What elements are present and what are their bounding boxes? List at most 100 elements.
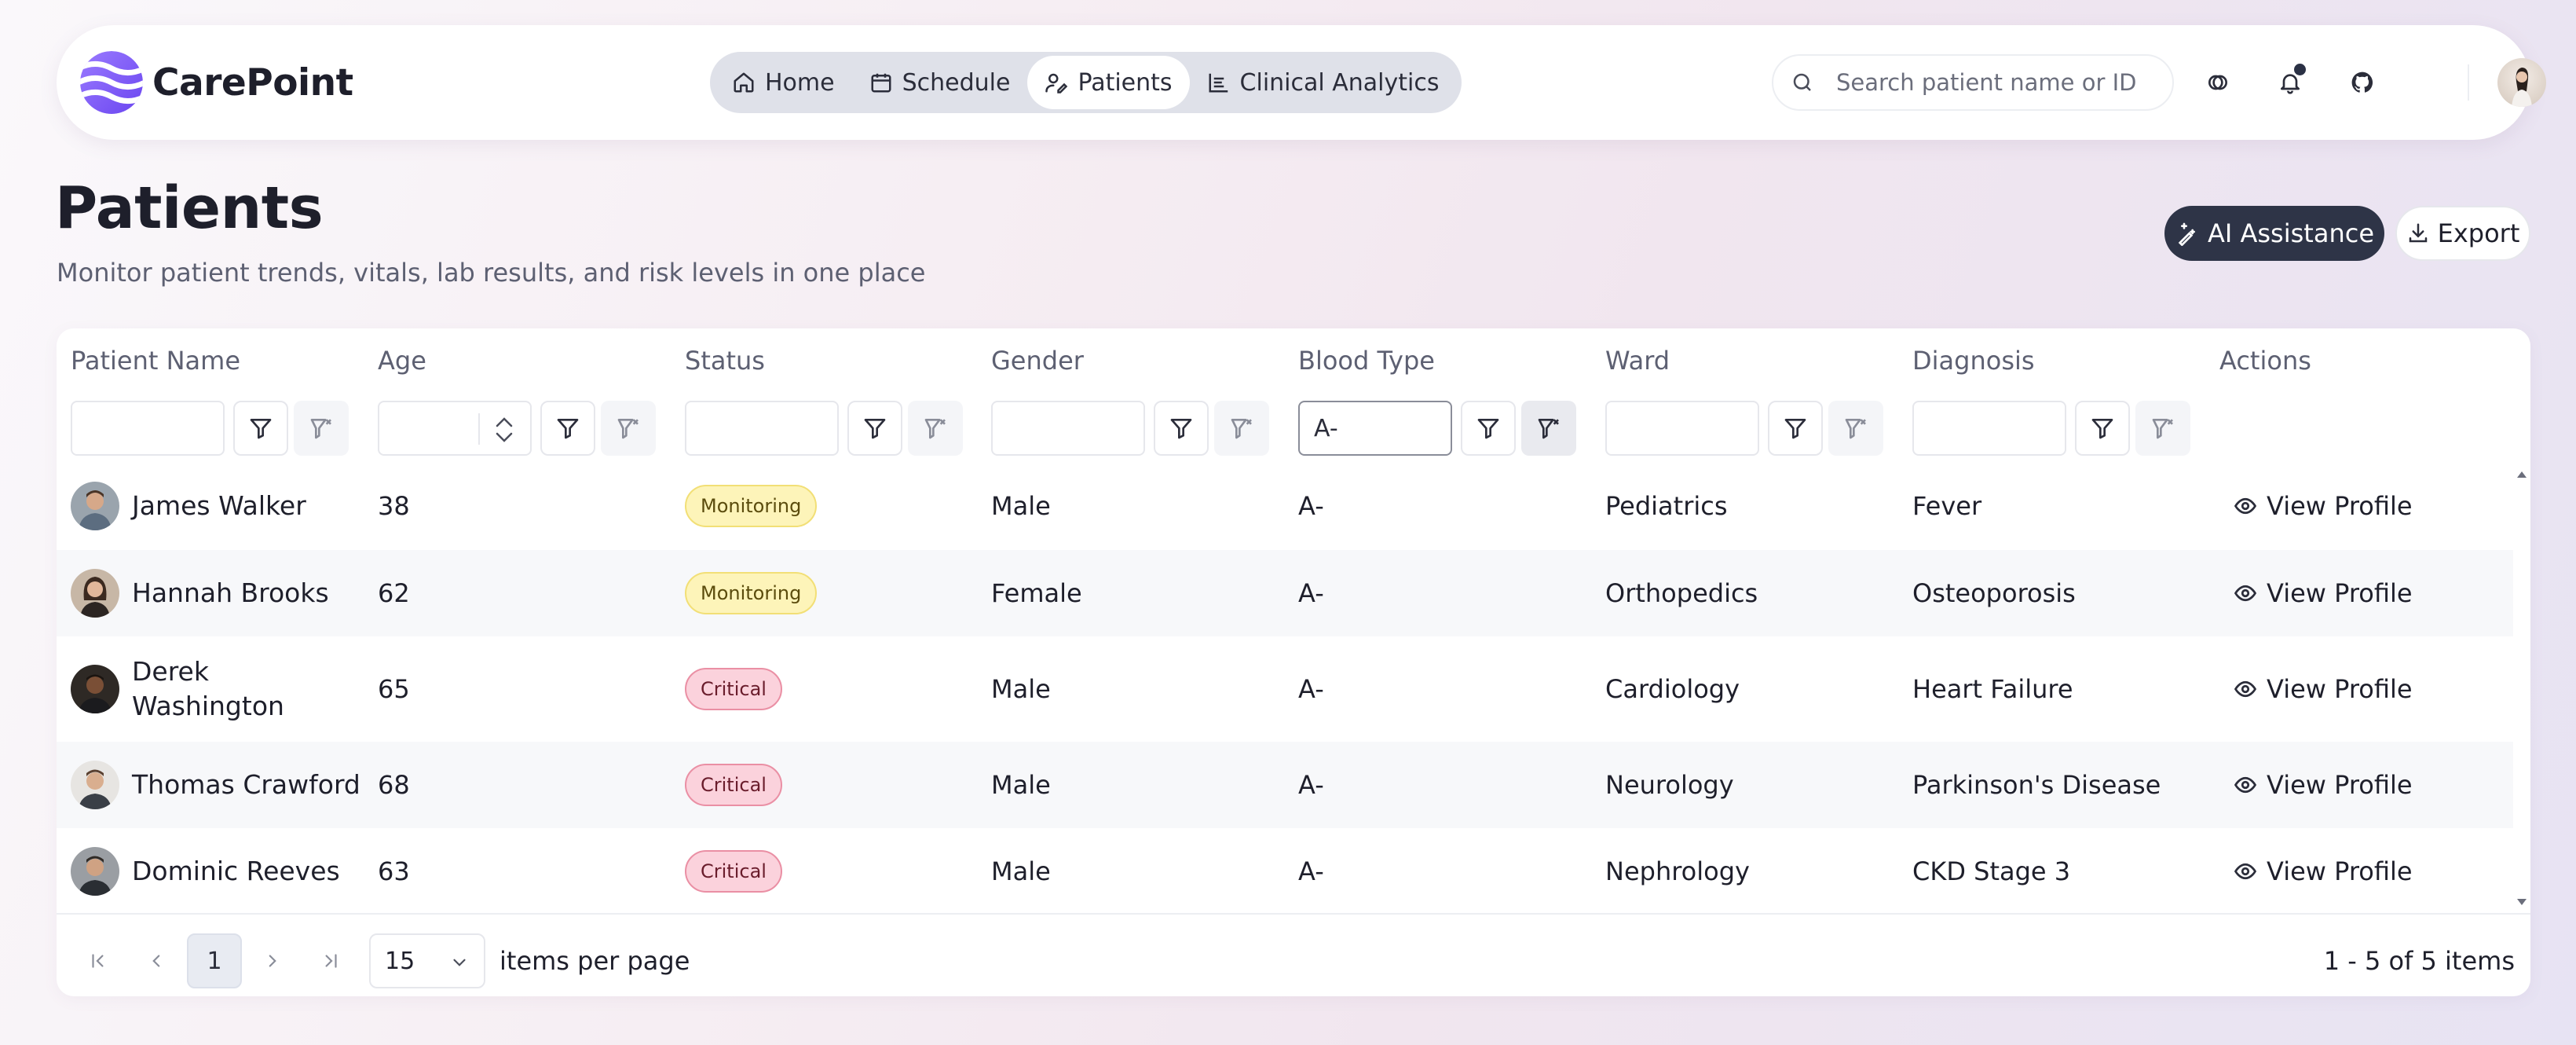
cell-actions: View Profile xyxy=(2234,742,2413,828)
page-size-dropdown[interactable]: 15 xyxy=(369,933,485,988)
filter-icon xyxy=(1784,419,1806,439)
search-box xyxy=(1772,54,2174,111)
stepper-separator xyxy=(478,413,480,445)
filter-button-diagnosis[interactable] xyxy=(2075,401,2130,456)
first-page-button[interactable] xyxy=(71,933,126,988)
export-button[interactable]: Export xyxy=(2395,206,2530,261)
patient-name: Dominic Reeves xyxy=(132,856,340,886)
search-icon xyxy=(1793,73,1811,91)
filter-stepper-age[interactable] xyxy=(378,401,532,456)
filter-input-diagnosis[interactable] xyxy=(1912,401,2066,456)
sparkles-icon xyxy=(2178,222,2195,246)
notifications-button[interactable] xyxy=(2271,64,2309,101)
last-page-button[interactable] xyxy=(303,933,358,988)
chevron-down-icon xyxy=(453,959,466,966)
view-profile-link[interactable]: View Profile xyxy=(2234,491,2413,521)
clear-filter-button-patient-name[interactable] xyxy=(294,401,349,456)
search-input[interactable] xyxy=(1836,69,2172,96)
cell-blood-type: A- xyxy=(1298,674,1324,704)
vertical-scrollbar[interactable] xyxy=(2513,462,2530,915)
view-profile-link[interactable]: View Profile xyxy=(2234,674,2413,704)
filter-input-status[interactable] xyxy=(685,401,839,456)
github-button[interactable] xyxy=(2344,64,2381,101)
filter-input-gender[interactable] xyxy=(991,401,1145,456)
clear-filter-button-age[interactable] xyxy=(601,401,656,456)
nav-patients-label: Patients xyxy=(1078,68,1173,97)
filter-button-patient-name[interactable] xyxy=(233,401,288,456)
filter-button-blood-type[interactable] xyxy=(1461,401,1516,456)
eye-icon xyxy=(2234,863,2257,880)
table-row[interactable]: Thomas Crawford 68 Critical Male A- Neur… xyxy=(57,742,2513,828)
status-badge: Critical xyxy=(685,850,782,893)
cell-patient-name: Dominic Reeves xyxy=(71,828,340,915)
eye-icon xyxy=(2234,776,2257,794)
filter-input-ward[interactable] xyxy=(1605,401,1759,456)
chevron-right-icon xyxy=(269,955,276,967)
cell-patient-name: Thomas Crawford xyxy=(71,742,360,828)
filter-button-ward[interactable] xyxy=(1768,401,1823,456)
nav-clinical-analytics[interactable]: Clinical Analytics xyxy=(1190,56,1457,109)
patient-avatar xyxy=(71,665,119,713)
github-icon xyxy=(2351,72,2373,93)
clear-filter-button-ward[interactable] xyxy=(1828,401,1883,456)
column-header-status[interactable]: Status xyxy=(685,346,765,376)
nav-home[interactable]: Home xyxy=(715,56,852,109)
previous-page-button[interactable] xyxy=(129,933,184,988)
nav-patients[interactable]: Patients xyxy=(1027,56,1190,109)
filter-button-status[interactable] xyxy=(847,401,902,456)
nav-schedule[interactable]: Schedule xyxy=(852,56,1028,109)
user-avatar-image xyxy=(2512,68,2532,107)
table-row[interactable]: Derek Washington 65 Critical Male A- Car… xyxy=(57,636,2513,742)
view-profile-label: View Profile xyxy=(2267,674,2413,704)
table-row[interactable]: Hannah Brooks 62 Monitoring Female A- Or… xyxy=(57,550,2513,636)
view-profile-link[interactable]: View Profile xyxy=(2234,578,2413,608)
cell-blood-type: A- xyxy=(1298,856,1324,886)
clear-filter-button-status[interactable] xyxy=(908,401,963,456)
view-profile-link[interactable]: View Profile xyxy=(2234,856,2413,886)
cell-diagnosis: Parkinson's Disease xyxy=(1912,770,2161,800)
download-icon xyxy=(2409,223,2427,243)
brand[interactable]: CarePoint xyxy=(79,50,353,116)
column-header-patient-name[interactable]: Patient Name xyxy=(71,346,240,376)
carepoint-logo-icon xyxy=(80,51,143,114)
column-header-age[interactable]: Age xyxy=(378,346,426,376)
filter-clear-icon xyxy=(2152,419,2173,439)
filter-icon xyxy=(864,419,886,439)
cell-status: Monitoring xyxy=(685,462,818,550)
cell-diagnosis: Fever xyxy=(1912,491,1982,521)
filter-input-blood-type[interactable] xyxy=(1298,401,1452,456)
table-row[interactable]: Dominic Reeves 63 Critical Male A- Nephr… xyxy=(57,828,2513,915)
clear-filter-button-diagnosis[interactable] xyxy=(2135,401,2190,456)
column-header-diagnosis[interactable]: Diagnosis xyxy=(1912,346,2035,376)
filter-icon xyxy=(1477,419,1499,439)
table-row[interactable]: James Walker 38 Monitoring Male A- Pedia… xyxy=(57,462,2513,550)
cell-gender: Male xyxy=(991,491,1051,521)
column-header-ward[interactable]: Ward xyxy=(1605,346,1670,376)
cell-blood-type: A- xyxy=(1298,770,1324,800)
column-header-gender[interactable]: Gender xyxy=(991,346,1084,376)
filter-button-gender[interactable] xyxy=(1154,401,1209,456)
eye-icon xyxy=(2234,497,2257,515)
status-badge: Monitoring xyxy=(685,572,818,614)
scroll-down-arrow-icon[interactable] xyxy=(2517,899,2527,905)
ai-assistance-button[interactable]: AI Assistance xyxy=(2164,206,2384,261)
next-page-button[interactable] xyxy=(245,933,300,988)
clear-filter-button-gender[interactable] xyxy=(1214,401,1269,456)
stepper-arrows-icon[interactable] xyxy=(491,412,518,448)
user-avatar[interactable] xyxy=(2497,58,2546,107)
filter-clear-icon xyxy=(1231,419,1252,439)
status-badge: Critical xyxy=(685,764,782,806)
clear-filter-button-blood-type[interactable] xyxy=(1521,401,1576,456)
page-number-button[interactable]: 1 xyxy=(187,933,242,988)
column-header-blood-type[interactable]: Blood Type xyxy=(1298,346,1435,376)
filter-button-age[interactable] xyxy=(540,401,595,456)
view-profile-link[interactable]: View Profile xyxy=(2234,770,2413,800)
view-profile-label: View Profile xyxy=(2267,578,2413,608)
filter-input-patient-name[interactable] xyxy=(71,401,225,456)
theme-toggle-button[interactable] xyxy=(2199,64,2237,101)
patients-icon xyxy=(1045,73,1068,94)
scroll-up-arrow-icon[interactable] xyxy=(2517,471,2527,478)
brand-name: CarePoint xyxy=(152,60,353,104)
export-label: Export xyxy=(2437,218,2520,248)
page-title: Patients xyxy=(55,174,324,242)
